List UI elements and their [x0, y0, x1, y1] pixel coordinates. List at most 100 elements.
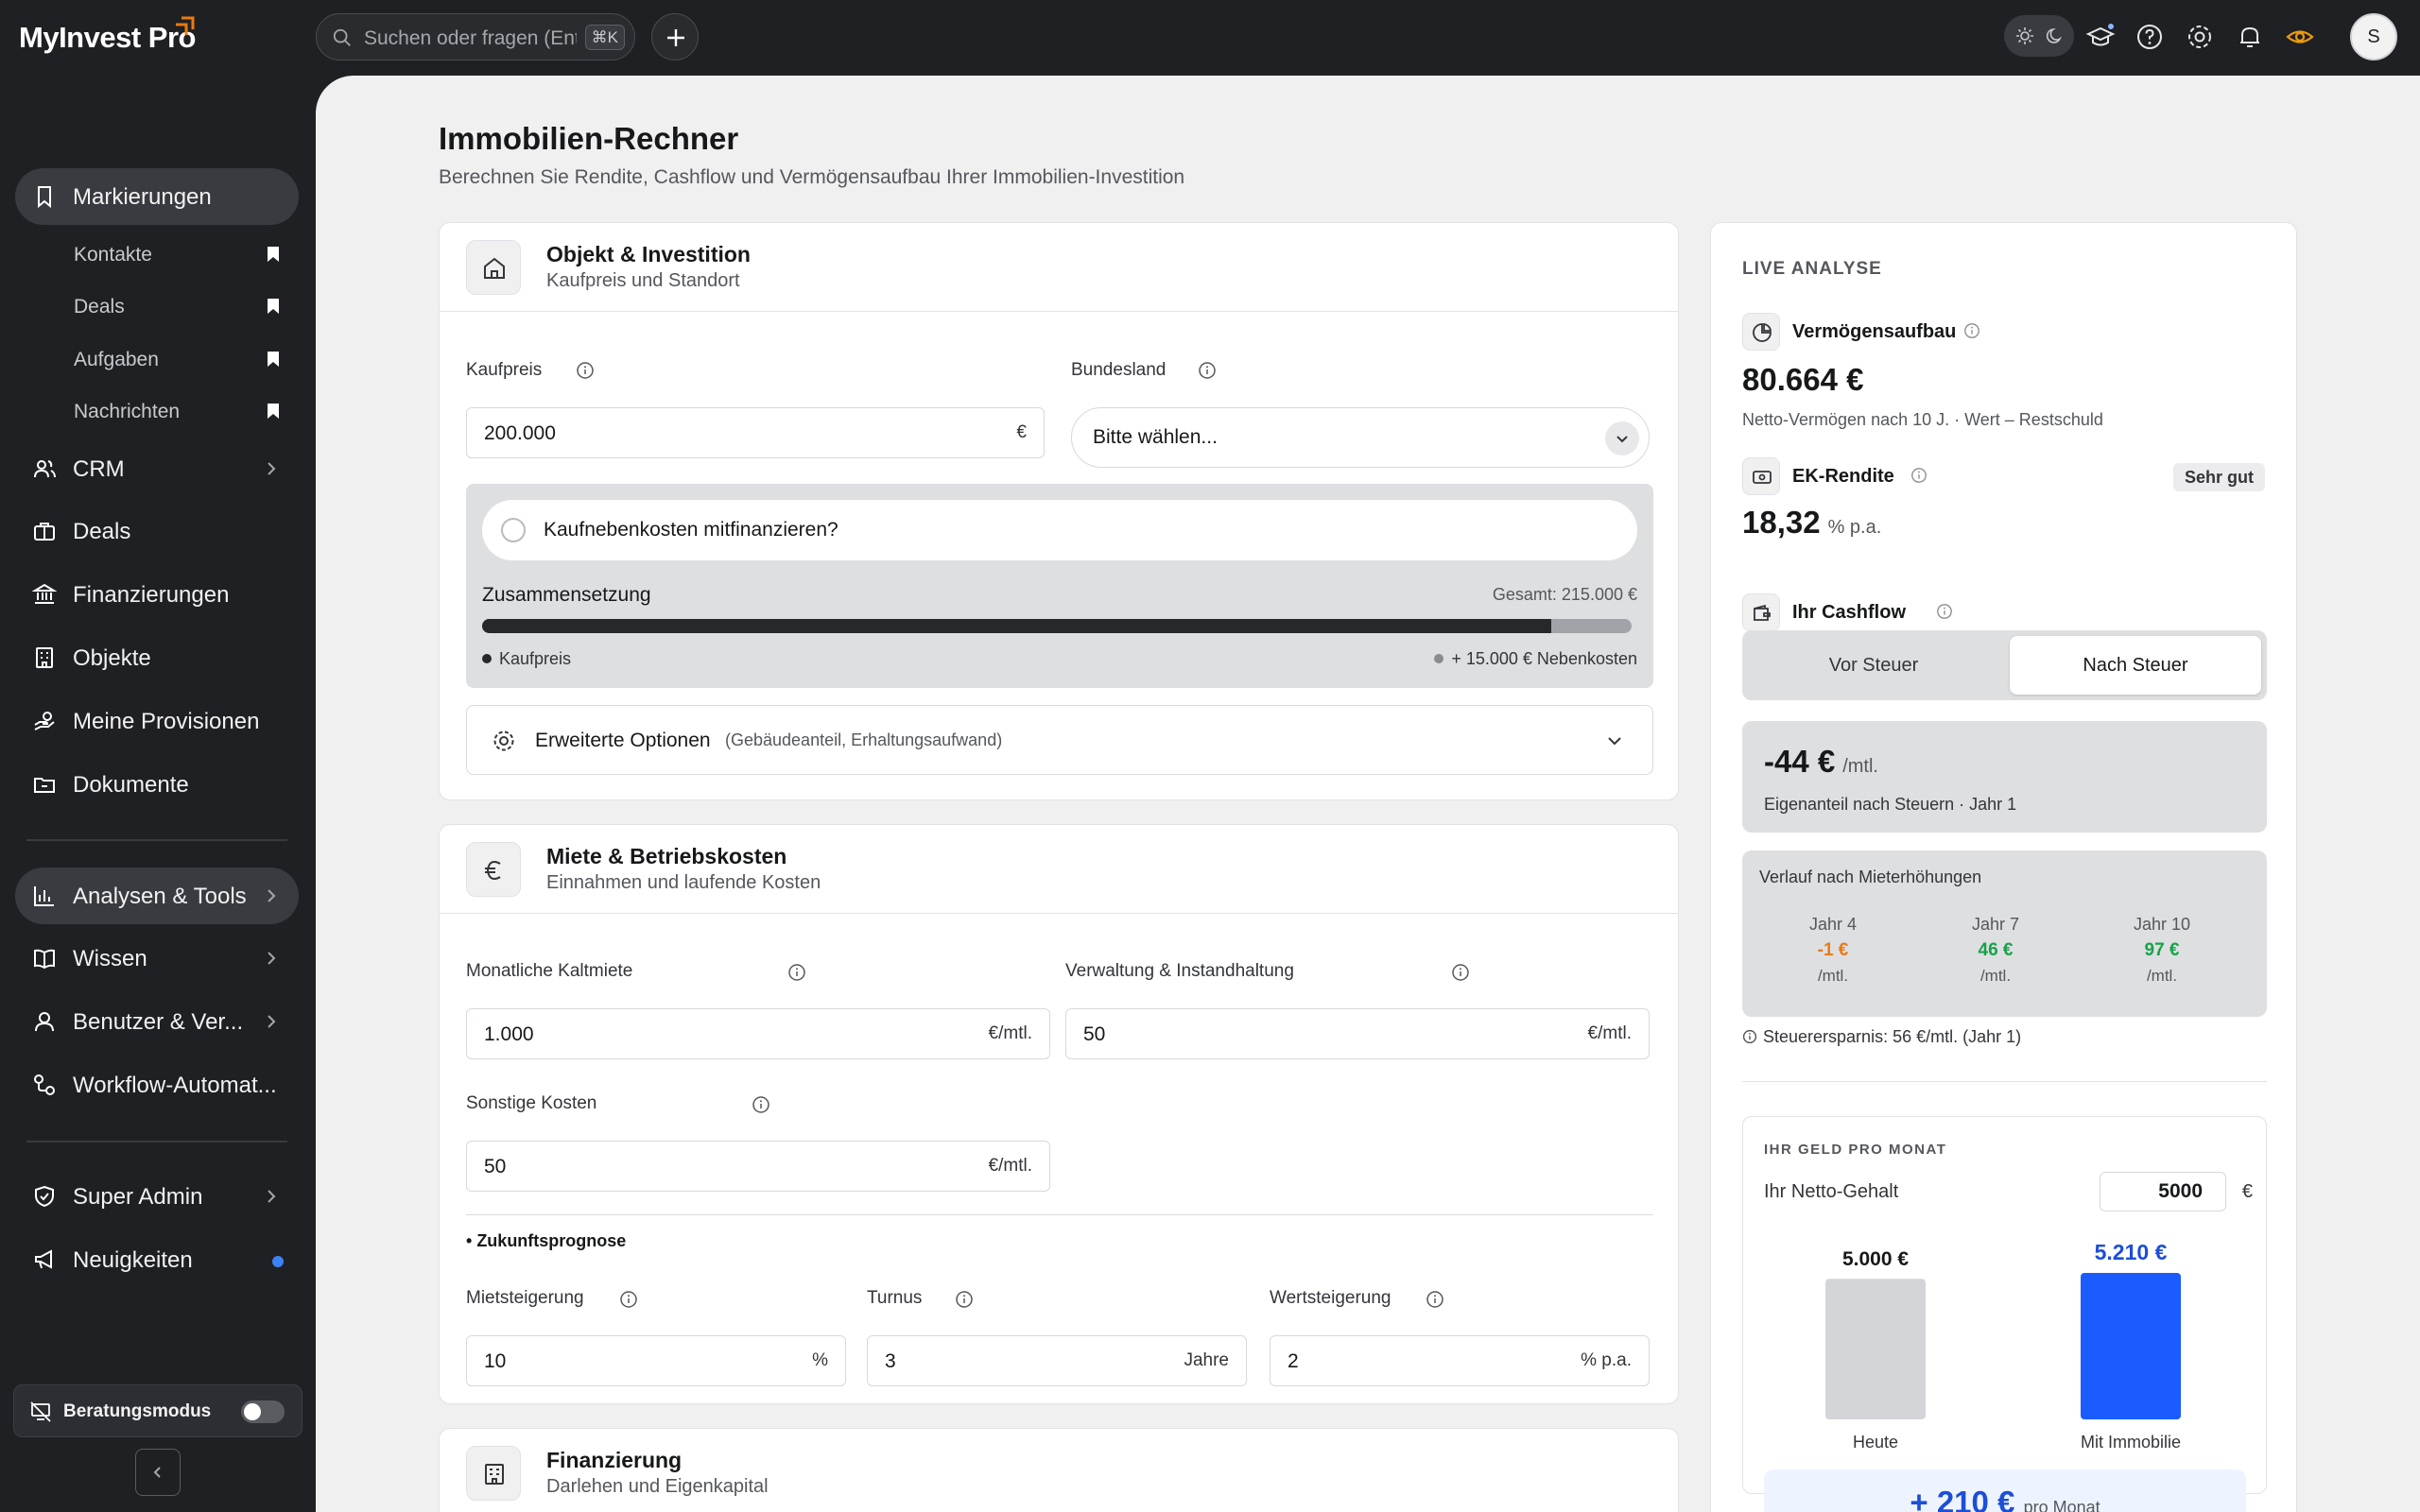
trend-year-4: Jahr 4 -1 € /mtl. [1776, 915, 1890, 986]
sidebar-subitem-deals[interactable]: Deals [74, 288, 280, 326]
sidebar-subitem-nachrichten[interactable]: Nachrichten [74, 393, 280, 431]
trend-value: 97 € [2144, 940, 2180, 960]
composition-bar [482, 619, 1632, 633]
logo-arrow-icon [176, 16, 195, 35]
sidebar-subitem-label: Aufgaben [74, 349, 159, 370]
help-icon[interactable] [2135, 22, 2165, 52]
user-icon [35, 1012, 54, 1032]
sidebar-item-bookmarks[interactable]: Markierungen [15, 168, 299, 225]
ek-return-number: 18,32 [1742, 505, 1821, 540]
bar-0 [1825, 1279, 1926, 1419]
search-icon [333, 28, 351, 46]
bookmark-filled-icon [268, 352, 279, 367]
info-icon[interactable] [752, 1095, 770, 1114]
consult-mode-toggle[interactable]: Beratungsmodus [13, 1384, 302, 1437]
legend-costs: + 15.000 € Nebenkosten [1434, 649, 1637, 669]
select-chevron [1605, 421, 1639, 455]
value-increase-unit: % p.a. [1581, 1350, 1632, 1370]
sidebar-item-wissen[interactable]: Wissen [15, 930, 299, 987]
sidebar-item-crm[interactable]: CRM [15, 440, 299, 497]
card-subtitle: Einnahmen und laufende Kosten [546, 872, 821, 893]
trend-unit: /mtl. [1817, 967, 1849, 985]
bar-value-label-1: 5.210 € [2095, 1240, 2168, 1264]
state-select[interactable]: Bitte wählen... [1071, 407, 1650, 468]
bell-icon[interactable] [2235, 22, 2265, 52]
sidebar-item-finanzierungen[interactable]: Finanzierungen [15, 566, 299, 623]
sidebar-item-analysen[interactable]: Analysen & Tools [15, 868, 299, 924]
other-costs-input[interactable]: 50 €/mtl. [466, 1141, 1050, 1192]
price-input[interactable]: 200.000 € [466, 407, 1045, 458]
ek-return-value: 18,32 % p.a. [1742, 505, 1881, 541]
trend-year: Jahr 10 [2133, 915, 2191, 934]
sidebar-item-super-admin[interactable]: Super Admin [15, 1168, 299, 1225]
info-icon[interactable] [1936, 603, 1953, 620]
bar-category-label-1: Mit Immobilie [2081, 1433, 2181, 1452]
income-comparison-chart: 5.000 € Heute 5.210 € Mit Immobilie [1825, 1240, 2181, 1452]
bookmark-filled-icon [268, 299, 279, 314]
sidebar-item-provisionen[interactable]: Meine Provisionen [15, 693, 299, 749]
info-icon[interactable] [1963, 322, 1980, 339]
eye-icon[interactable] [2285, 22, 2315, 52]
tab-pre-tax[interactable]: Vor Steuer [1748, 636, 1999, 695]
composition-total: Gesamt: 215.000 € [1492, 585, 1637, 604]
trend-year: Jahr 7 [1971, 915, 2020, 934]
sun-icon [2016, 27, 2033, 44]
info-icon[interactable] [1198, 361, 1217, 380]
sidebar-item-objekte[interactable]: Objekte [15, 629, 299, 686]
home-icon [484, 257, 505, 279]
sidebar-subitem-aufgaben[interactable]: Aufgaben [74, 341, 280, 379]
search-bar[interactable]: Suchen oder fragen (Ent ⌘K [316, 13, 635, 60]
rent-increase-input[interactable]: 10 % [466, 1335, 846, 1386]
info-icon[interactable] [1426, 1290, 1444, 1309]
shield-icon [35, 1185, 54, 1208]
salary-input[interactable]: 5000 [2100, 1172, 2226, 1211]
checkbox-circle[interactable] [501, 518, 526, 542]
app-logo[interactable]: MyInvest Pro [19, 21, 196, 55]
sidebar-item-workflow[interactable]: Workflow-Automat... [15, 1057, 299, 1113]
sidebar-item-neuigkeiten[interactable]: Neuigkeiten [15, 1231, 299, 1288]
advanced-options-label: Erweiterte Optionen [535, 730, 711, 751]
price-label: Kaufpreis [466, 360, 543, 380]
add-button[interactable] [651, 13, 699, 60]
other-costs-value: 50 [484, 1156, 507, 1177]
sidebar-item-deals[interactable]: Deals [15, 503, 299, 559]
monthly-gain-summary: + 210 € pro Monat [1764, 1469, 2246, 1512]
card-header: Objekt & Investition Kaufpreis und Stand… [440, 223, 1678, 312]
gear-icon [493, 730, 514, 751]
info-icon [1742, 1029, 1757, 1044]
new-indicator-dot [272, 1256, 284, 1267]
user-avatar[interactable]: S [2350, 13, 2397, 60]
info-icon[interactable] [1910, 467, 1927, 484]
sidebar-item-benutzer[interactable]: Benutzer & Ver... [15, 993, 299, 1050]
info-icon[interactable] [1451, 963, 1470, 982]
finance-costs-checkbox[interactable]: Kaufnebenkosten mitfinanzieren? [482, 500, 1637, 560]
rent-input[interactable]: 1.000 €/mtl. [466, 1008, 1050, 1059]
value-increase-input[interactable]: 2 % p.a. [1270, 1335, 1650, 1386]
sidebar-item-label: Objekte [73, 645, 151, 671]
tab-post-tax[interactable]: Nach Steuer [2010, 636, 2261, 695]
gear-icon[interactable] [2185, 22, 2215, 52]
state-label: Bundesland [1071, 360, 1167, 380]
management-input[interactable]: 50 €/mtl. [1065, 1008, 1650, 1059]
trend-unit: /mtl. [2146, 967, 2178, 985]
sidebar-item-dokumente[interactable]: Dokumente [15, 756, 299, 813]
hand-coins-icon [34, 712, 55, 730]
graduation-cap-icon[interactable] [2085, 22, 2116, 52]
card-icon [466, 842, 521, 897]
chevron-right-icon [268, 1015, 276, 1028]
interval-label: Turnus [867, 1288, 923, 1308]
moon-icon [2046, 27, 2063, 43]
money-per-month-card: IHR GELD PRO MONAT Ihr Netto-Gehalt 5000… [1742, 1116, 2267, 1512]
management-label: Verwaltung & Instandhaltung [1065, 961, 1294, 981]
consult-mode-switch[interactable] [241, 1400, 285, 1423]
advanced-options[interactable]: Erweiterte Optionen (Gebäudeanteil, Erha… [466, 705, 1653, 775]
info-icon[interactable] [955, 1290, 974, 1309]
interval-input[interactable]: 3 Jahre [867, 1335, 1247, 1386]
info-icon[interactable] [787, 963, 806, 982]
sidebar-subitem-kontakte[interactable]: Kontakte [74, 236, 280, 274]
card-icon [466, 240, 521, 295]
info-icon[interactable] [576, 361, 595, 380]
theme-toggle[interactable] [2004, 15, 2074, 57]
info-icon[interactable] [619, 1290, 638, 1309]
collapse-sidebar-button[interactable] [135, 1449, 181, 1496]
